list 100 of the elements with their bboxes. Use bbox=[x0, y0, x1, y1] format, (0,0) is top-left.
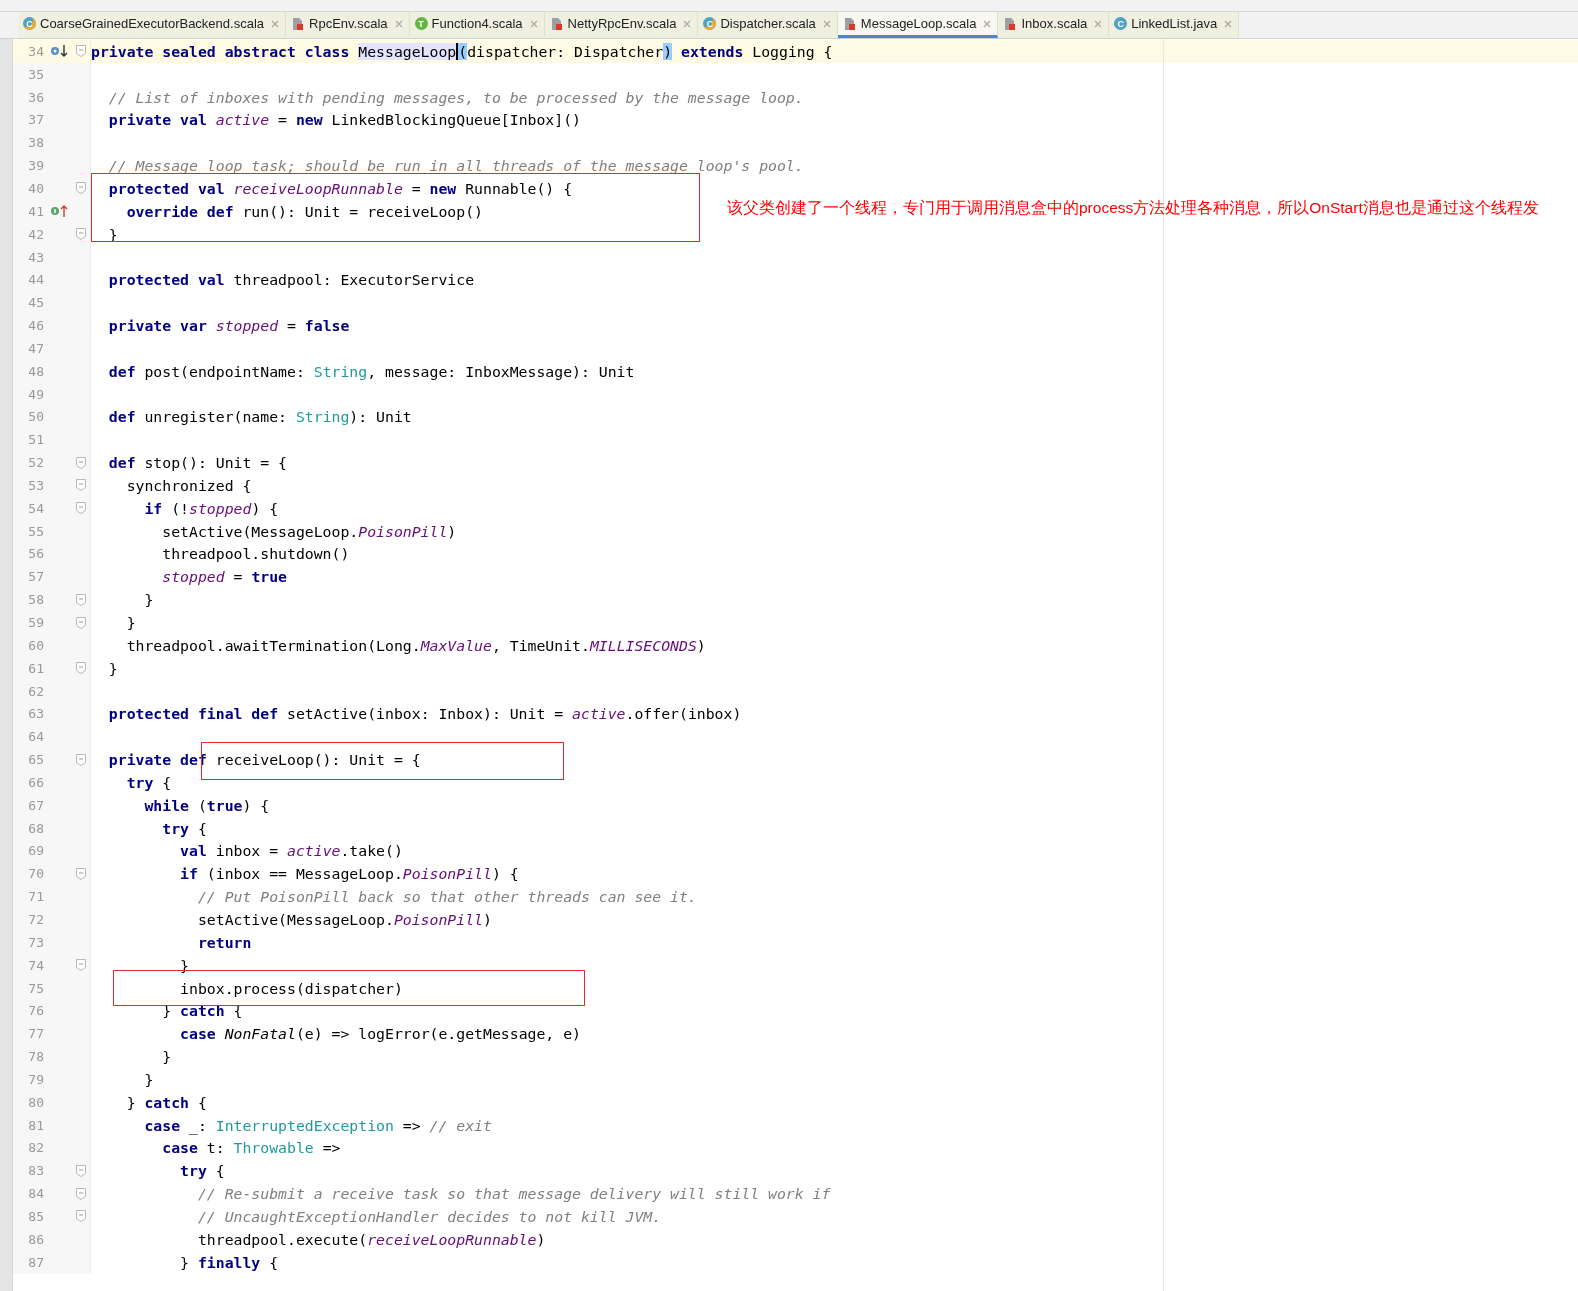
class-icon: C bbox=[1114, 17, 1128, 30]
code-line: return bbox=[196, 933, 252, 951]
code-line: case t: Throwable => bbox=[161, 1139, 341, 1157]
fold-marker-icon[interactable] bbox=[76, 228, 86, 241]
close-icon[interactable] bbox=[1094, 19, 1103, 28]
line-number: 41 bbox=[27, 203, 44, 219]
code-line: } finally { bbox=[179, 1253, 279, 1271]
fold-marker-icon[interactable] bbox=[76, 479, 86, 492]
line-number: 67 bbox=[27, 797, 44, 813]
fold-marker-icon[interactable] bbox=[76, 1187, 86, 1200]
fold-marker-icon[interactable] bbox=[76, 1210, 86, 1223]
fold-marker-icon[interactable] bbox=[76, 867, 86, 880]
fold-marker-icon[interactable] bbox=[76, 959, 86, 972]
code-line: setActive(MessageLoop.PoisonPill) bbox=[196, 911, 492, 928]
close-icon[interactable] bbox=[529, 19, 538, 28]
line-number: 85 bbox=[27, 1208, 44, 1224]
line-number: 68 bbox=[27, 820, 44, 836]
close-icon[interactable] bbox=[271, 19, 279, 28]
fold-marker-icon[interactable] bbox=[76, 182, 86, 195]
fold-marker-icon[interactable] bbox=[76, 753, 86, 766]
line-number: 77 bbox=[27, 1026, 44, 1042]
editor-tab[interactable]: Inbox.scala bbox=[998, 12, 1110, 38]
code-line: protected val threadpool: ExecutorService bbox=[107, 271, 475, 289]
line-number: 78 bbox=[27, 1049, 44, 1065]
line-number: 42 bbox=[27, 226, 44, 242]
editor-tab[interactable]: C Dispatcher.scala bbox=[698, 12, 838, 38]
line-number: 51 bbox=[27, 432, 44, 448]
file-icon bbox=[842, 16, 857, 31]
code-line: try { bbox=[125, 773, 172, 791]
line-number: 59 bbox=[27, 615, 44, 630]
line-number: 64 bbox=[27, 729, 44, 745]
fold-marker-icon[interactable] bbox=[76, 456, 86, 469]
code-line: } bbox=[143, 591, 154, 609]
line-number: 50 bbox=[27, 409, 44, 425]
code-line: inbox.process(dispatcher) bbox=[179, 979, 403, 997]
line-number: 44 bbox=[27, 272, 44, 288]
annotation-text: 该父类创建了一个线程，专门用于调用消息盒中的process方法处理各种消息，所以OnStart消息也是通过这个线程发 bbox=[727, 198, 1539, 218]
code-line: setActive(MessageLoop.PoisonPill) bbox=[161, 522, 457, 540]
code-line: } bbox=[125, 614, 136, 631]
circle-down-arrow-icon[interactable] bbox=[50, 44, 68, 59]
editor-tab[interactable]: MessageLoop.scala bbox=[837, 12, 999, 38]
editor-tab[interactable]: C LinkedList.java bbox=[1109, 12, 1240, 38]
line-number: 86 bbox=[27, 1231, 44, 1247]
close-icon[interactable] bbox=[822, 19, 831, 28]
line-number: 70 bbox=[27, 866, 44, 882]
line-number: 37 bbox=[27, 112, 44, 128]
line-number: 48 bbox=[27, 363, 44, 379]
fold-marker-icon[interactable] bbox=[76, 593, 86, 606]
line-number: 79 bbox=[27, 1071, 44, 1087]
line-number: 69 bbox=[27, 843, 44, 859]
code-line: stopped = true bbox=[161, 568, 287, 586]
editor-tab[interactable]: NettyRpcEnv.scala bbox=[544, 12, 699, 38]
code-line: try { bbox=[179, 1162, 225, 1180]
code-line: if (!stopped) { bbox=[143, 499, 279, 517]
line-number: 62 bbox=[27, 683, 44, 699]
line-number: 38 bbox=[27, 135, 44, 151]
code-line: } bbox=[107, 659, 118, 677]
code-line: protected val receiveLoopRunnable = new Runnable() { bbox=[107, 180, 573, 197]
editor-tab[interactable]: RpcEnv.scala bbox=[286, 12, 410, 38]
code-line: } bbox=[161, 1048, 172, 1066]
code-line: // UncaughtExceptionHandler decides to not kill JVM. bbox=[196, 1207, 662, 1225]
code-line: private var stopped = false bbox=[107, 317, 350, 335]
close-icon[interactable] bbox=[683, 19, 692, 28]
line-number: 65 bbox=[27, 752, 44, 768]
fold-marker-icon[interactable] bbox=[76, 1164, 86, 1177]
code-line: if (inbox == MessageLoop.PoisonPill) { bbox=[179, 865, 519, 883]
fold-marker-icon[interactable] bbox=[76, 662, 86, 675]
line-number: 84 bbox=[27, 1186, 44, 1202]
circle-up-arrow-icon[interactable] bbox=[50, 204, 68, 219]
code-line: case NonFatal(e) => logError(e.getMessage, e) bbox=[179, 1025, 581, 1043]
code-line: threadpool.awaitTermination(Long.MaxValue, TimeUnit.MILLISECONDS) bbox=[125, 636, 706, 654]
fold-marker-icon[interactable] bbox=[76, 616, 86, 629]
class-icon: C bbox=[703, 17, 717, 30]
line-number: 71 bbox=[27, 889, 44, 905]
line-number: 49 bbox=[27, 386, 44, 402]
class-icon: T bbox=[414, 17, 428, 30]
close-icon[interactable] bbox=[983, 19, 992, 28]
line-number: 60 bbox=[27, 637, 44, 653]
fold-marker-icon[interactable] bbox=[76, 45, 86, 58]
line-number: 81 bbox=[27, 1117, 44, 1133]
editor-tab[interactable]: C CoarseGrainedExecutorBackend.scala bbox=[18, 12, 286, 38]
fold-marker-icon[interactable] bbox=[76, 502, 86, 515]
line-number: 74 bbox=[27, 957, 44, 973]
line-number: 34 bbox=[27, 43, 44, 59]
close-icon[interactable] bbox=[1224, 19, 1233, 28]
close-icon[interactable] bbox=[394, 19, 403, 28]
code-line: threadpool.shutdown() bbox=[161, 545, 350, 563]
line-number: 54 bbox=[27, 500, 44, 516]
line-number: 76 bbox=[27, 1003, 44, 1019]
code-line: // List of inboxes with pending messages, to be processed by the message loop. bbox=[107, 88, 804, 106]
code-line: private val active = new LinkedBlockingQueue[Inbox]() bbox=[107, 111, 581, 129]
line-number: 46 bbox=[27, 318, 44, 334]
code-line: val inbox = active.take() bbox=[179, 842, 403, 860]
line-number: 83 bbox=[27, 1163, 44, 1179]
line-number: 36 bbox=[27, 89, 44, 105]
code-line: override def run(): Unit = receiveLoop() bbox=[125, 202, 483, 220]
file-icon bbox=[1003, 16, 1018, 31]
code-line: threadpool.execute(receiveLoopRunnable) bbox=[196, 1230, 546, 1248]
code-line: def stop(): Unit = { bbox=[107, 454, 287, 472]
editor-tab[interactable]: T Function4.scala bbox=[409, 12, 545, 38]
